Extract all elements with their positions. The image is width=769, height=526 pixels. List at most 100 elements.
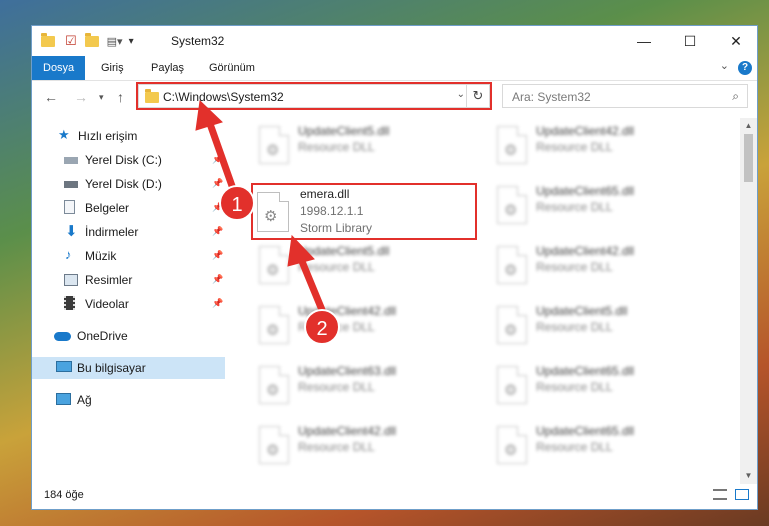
maximize-button[interactable]: ☐ bbox=[667, 26, 713, 56]
address-path[interactable]: C:\Windows\System32 bbox=[163, 90, 284, 104]
sidebar-item-music[interactable]: ♪ Müzik 📌 bbox=[32, 245, 225, 267]
step-badge-2: 2 bbox=[304, 309, 340, 345]
pin-icon[interactable]: 📌 bbox=[212, 250, 223, 261]
scroll-up-icon[interactable]: ▲ bbox=[740, 118, 757, 134]
list-item[interactable]: ⚙ UpdateClient42.dll Resource DLL bbox=[485, 240, 715, 292]
sidebar-item-documents[interactable]: Belgeler 📌 bbox=[32, 197, 225, 219]
document-icon bbox=[64, 200, 75, 214]
recent-locations-icon[interactable]: ▾ bbox=[99, 92, 104, 103]
tab-gorunum[interactable]: Görünüm bbox=[198, 56, 266, 80]
sidebar-item-label: OneDrive bbox=[77, 329, 128, 343]
sidebar-item-videos[interactable]: Videolar 📌 bbox=[32, 293, 225, 315]
list-item[interactable]: ⚙ UpdateClient42.dll Resource DLL bbox=[247, 420, 477, 472]
pin-icon[interactable]: 📌 bbox=[212, 178, 223, 189]
video-icon bbox=[64, 296, 75, 310]
sidebar-item-downloads[interactable]: ⬇ İndirmeler 📌 bbox=[32, 221, 225, 243]
expand-ribbon-icon[interactable]: ⌄ bbox=[720, 59, 729, 72]
vertical-scrollbar[interactable]: ▲ ▼ bbox=[740, 118, 757, 484]
folder-icon bbox=[41, 32, 55, 47]
file-version: 1998.12.1.1 bbox=[300, 204, 364, 218]
gear-icon: ⚙ bbox=[504, 322, 518, 339]
properties-icon[interactable]: ☑ bbox=[65, 33, 77, 49]
file-name: UpdateClient42.dll bbox=[536, 244, 635, 258]
window-title: System32 bbox=[171, 34, 225, 48]
help-icon[interactable]: ? bbox=[738, 61, 752, 75]
customize-toolbar-icon[interactable]: ▤▾ bbox=[107, 35, 123, 48]
music-icon: ♪ bbox=[65, 247, 72, 262]
sidebar-item-quick-access[interactable]: ★ Hızlı erişim bbox=[32, 125, 225, 147]
file-description: Resource DLL bbox=[298, 440, 375, 454]
status-bar: 184 öğe bbox=[32, 481, 757, 509]
list-item[interactable]: ⚙ UpdateClient5.dll Resource DLL bbox=[247, 120, 477, 172]
drive-icon bbox=[64, 181, 78, 188]
sidebar-item-label: Ağ bbox=[77, 393, 92, 407]
gear-icon: ⚙ bbox=[504, 262, 518, 279]
dll-file-icon: ⚙ bbox=[259, 306, 289, 344]
tab-dosya[interactable]: Dosya bbox=[32, 56, 86, 80]
file-name: emera.dll bbox=[300, 187, 350, 201]
dll-file-icon: ⚙ bbox=[259, 246, 289, 284]
sidebar-item-disk-d[interactable]: Yerel Disk (D:) 📌 bbox=[32, 173, 225, 195]
list-item[interactable]: ⚙ UpdateClient42.dll Resource DLL bbox=[485, 120, 715, 172]
computer-icon bbox=[56, 361, 72, 372]
forward-arrow-icon[interactable]: → bbox=[74, 89, 88, 105]
list-item[interactable]: ⚙ UpdateClient65.dll Resource DLL bbox=[485, 180, 715, 232]
details-view-icon[interactable] bbox=[713, 489, 727, 500]
list-item[interactable]: ⚙ UpdateClient42.dll Resource DLL bbox=[247, 300, 477, 352]
search-input[interactable]: Ara: System32 ⌕ bbox=[502, 84, 748, 108]
sidebar-item-label: Yerel Disk (C:) bbox=[85, 153, 162, 167]
tab-giris[interactable]: Giriş bbox=[90, 56, 135, 80]
scroll-thumb[interactable] bbox=[744, 134, 753, 182]
file-name: UpdateClient63.dll bbox=[298, 364, 397, 378]
picture-icon bbox=[64, 274, 78, 286]
dll-file-icon: ⚙ bbox=[259, 426, 289, 464]
file-description: Resource DLL bbox=[536, 260, 613, 274]
download-icon: ⬇ bbox=[65, 223, 78, 240]
pin-icon[interactable]: 📌 bbox=[212, 274, 223, 285]
dll-file-icon: ⚙ bbox=[497, 126, 527, 164]
file-description: Resource DLL bbox=[536, 440, 613, 454]
pin-icon[interactable]: 📌 bbox=[212, 154, 223, 165]
file-name: UpdateClient5.dll bbox=[536, 304, 628, 318]
sidebar-item-label: Müzik bbox=[85, 249, 117, 263]
list-item[interactable]: ⚙ UpdateClient65.dll Resource DLL bbox=[485, 360, 715, 412]
tiles-view-icon[interactable] bbox=[735, 489, 749, 500]
sidebar-item-label: Videolar bbox=[85, 297, 129, 311]
back-arrow-icon[interactable]: ← bbox=[44, 89, 58, 105]
minimize-button[interactable]: — bbox=[621, 26, 667, 56]
file-description: Resource DLL bbox=[298, 260, 375, 274]
sidebar-item-pictures[interactable]: Resimler 📌 bbox=[32, 269, 225, 291]
close-button[interactable]: ✕ bbox=[713, 26, 757, 56]
list-item[interactable]: ⚙ UpdateClient5.dll Resource DLL bbox=[247, 240, 477, 292]
chevron-down-icon[interactable]: ⌄ bbox=[457, 89, 465, 100]
gear-icon: ⚙ bbox=[504, 382, 518, 399]
pin-icon[interactable]: 📌 bbox=[212, 298, 223, 309]
refresh-icon[interactable]: ↻ bbox=[466, 85, 489, 107]
dll-file-icon: ⚙ bbox=[497, 246, 527, 284]
list-item[interactable]: ⚙ UpdateClient5.dll Resource DLL bbox=[485, 300, 715, 352]
address-bar[interactable]: C:\Windows\System32 ⌄ ↻ bbox=[138, 84, 490, 108]
search-icon[interactable]: ⌕ bbox=[732, 89, 739, 104]
gear-icon: ⚙ bbox=[266, 322, 280, 339]
sidebar-item-disk-c[interactable]: Yerel Disk (C:) 📌 bbox=[32, 149, 225, 171]
toolbar-dropdown-icon[interactable]: ▾ bbox=[129, 36, 134, 47]
file-name: UpdateClient5.dll bbox=[298, 244, 390, 258]
gear-icon: ⚙ bbox=[266, 142, 280, 159]
sidebar-item-onedrive[interactable]: OneDrive bbox=[32, 325, 225, 347]
gear-icon: ⚙ bbox=[504, 142, 518, 159]
sidebar-item-network[interactable]: Ağ bbox=[32, 389, 225, 411]
cloud-icon bbox=[54, 332, 71, 341]
tab-paylas[interactable]: Paylaş bbox=[140, 56, 195, 80]
pin-icon[interactable]: 📌 bbox=[212, 226, 223, 237]
up-arrow-icon[interactable]: ↑ bbox=[117, 89, 124, 105]
dll-file-icon: ⚙ bbox=[497, 366, 527, 404]
sidebar-item-this-pc[interactable]: Bu bilgisayar bbox=[32, 357, 225, 379]
file-company: Storm Library bbox=[300, 221, 373, 235]
gear-icon: ⚙ bbox=[504, 202, 518, 219]
network-icon bbox=[56, 393, 71, 405]
list-item[interactable]: ⚙ UpdateClient65.dll Resource DLL bbox=[485, 420, 715, 472]
list-item[interactable]: ⚙ UpdateClient63.dll Resource DLL bbox=[247, 360, 477, 412]
highlighted-file[interactable]: ⚙ emera.dll 1998.12.1.1 Storm Library bbox=[251, 183, 477, 240]
navigation-bar: ← → ▾ ↑ C:\Windows\System32 ⌄ ↻ Ara: Sys… bbox=[32, 81, 757, 115]
new-folder-icon[interactable] bbox=[84, 32, 99, 47]
